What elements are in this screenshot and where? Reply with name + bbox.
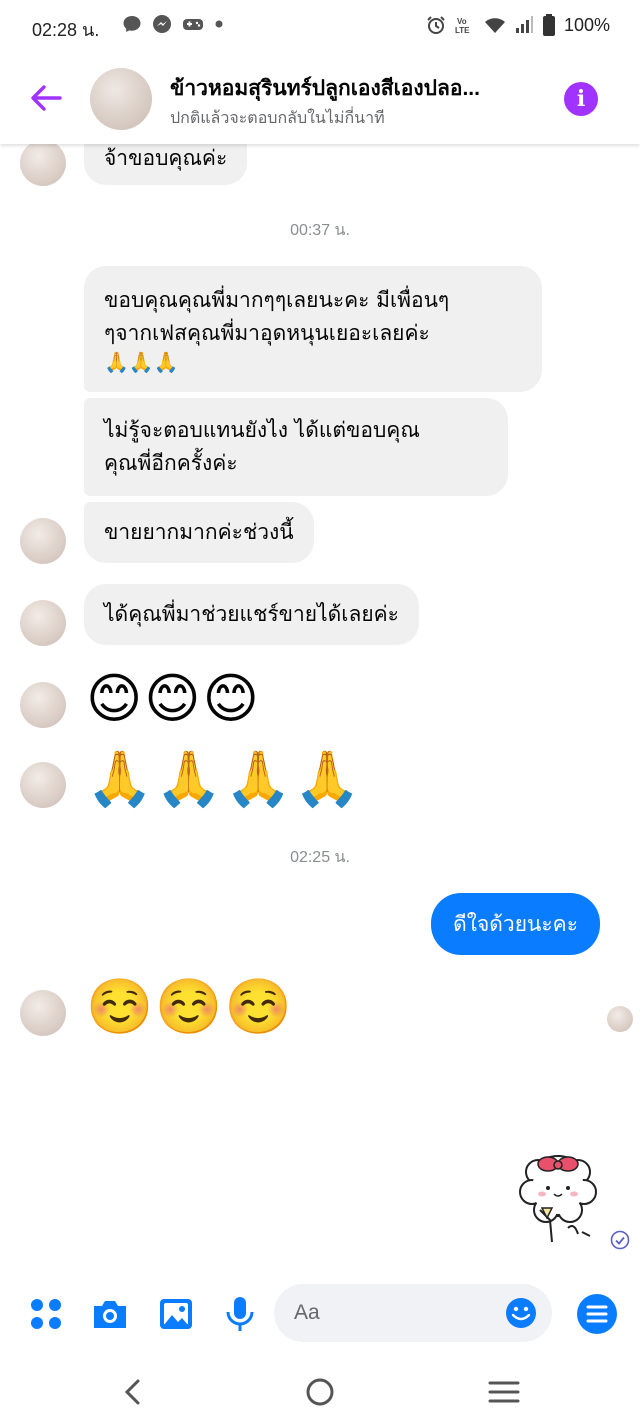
chat-bubble-icon	[123, 16, 141, 32]
notification-icons	[122, 14, 224, 34]
conversation-header: ข้าวหอมสุรินทร์ปลูกเองสีเองปลอ... ปกติแล…	[0, 54, 640, 144]
composer-bar: Aa	[0, 1270, 640, 1360]
sticker-message[interactable]	[510, 1140, 606, 1250]
message-line: ไม่รู้จะตอบแทนยังไง ได้แต่ขอบคุณ	[104, 418, 420, 442]
emoji-message[interactable]: 🙏🙏🙏🙏	[86, 748, 363, 810]
microphone-icon[interactable]	[218, 1292, 262, 1336]
message-input[interactable]: Aa	[274, 1284, 552, 1342]
sender-avatar[interactable]	[20, 990, 66, 1036]
apps-grid-icon[interactable]	[24, 1292, 68, 1336]
delivered-check-icon	[610, 1230, 630, 1250]
emoji-icon[interactable]	[504, 1296, 538, 1330]
status-bar: 02:28 น. Vo LTE 100%	[0, 0, 640, 54]
emoji-message[interactable]: 😊😊😊	[86, 668, 261, 730]
contact-avatar[interactable]	[90, 68, 152, 130]
arrow-left-icon[interactable]	[26, 78, 66, 118]
emoji-message[interactable]: ☺️☺️☺️	[86, 976, 294, 1038]
battery-icon	[542, 14, 555, 36]
menu-icon[interactable]	[575, 1292, 619, 1336]
outgoing-message-bubble[interactable]: ดีใจด้วยนะคะ	[431, 893, 600, 955]
message-line: 🙏🙏🙏	[104, 350, 179, 374]
svg-text:LTE: LTE	[455, 26, 470, 35]
alarm-icon	[427, 16, 445, 34]
wifi-icon	[484, 18, 505, 33]
message-bubble[interactable]: ไม่รู้จะตอบแทนยังไง ได้แต่ขอบคุณ คุณพี่อ…	[84, 398, 508, 496]
game-icon	[183, 19, 203, 30]
system-nav-bar	[0, 1360, 640, 1424]
system-status: Vo LTE 100%	[426, 14, 610, 36]
home-circle-icon[interactable]	[302, 1374, 338, 1410]
message-bubble[interactable]: ขายยากมากค่ะช่วงนี้	[84, 502, 314, 563]
battery-percent: 100%	[563, 14, 610, 35]
dot-icon	[215, 20, 223, 28]
message-line: คุณพี่อีกครั้งค่ะ	[104, 451, 238, 475]
signal-icon	[515, 16, 533, 33]
volte-icon: VoLTE	[455, 17, 470, 35]
gallery-icon[interactable]	[154, 1292, 198, 1336]
info-icon[interactable]: i	[564, 82, 598, 116]
status-time: 02:28 น.	[32, 20, 100, 40]
sender-avatar[interactable]	[20, 518, 66, 564]
message-bubble[interactable]: ได้คุณพี่มาช่วยแชร์ขายได้เลยค่ะ	[84, 584, 419, 645]
back-chevron-icon[interactable]	[116, 1374, 152, 1410]
contact-status: ปกติแล้วจะตอบกลับในไม่กี่นาที	[170, 110, 385, 127]
message-bubble[interactable]: ขอบคุณคุณพี่มากๆๆเลยนะคะ มีเพื่อนๆ ๆจากเ…	[84, 266, 542, 392]
camera-icon[interactable]	[88, 1292, 132, 1336]
timestamp: 00:37 น.	[290, 222, 350, 239]
contact-name[interactable]: ข้าวหอมสุรินทร์ปลูกเองสีเองปลอ...	[170, 72, 550, 105]
message-line: ขอบคุณคุณพี่มากๆๆเลยนะคะ มีเพื่อนๆ	[104, 288, 450, 312]
message-input-placeholder: Aa	[294, 1301, 320, 1324]
timestamp: 02:25 น.	[290, 849, 350, 866]
sender-avatar[interactable]	[20, 140, 66, 186]
message-line: ๆจากเฟสคุณพี่มาอุดหนุนเยอะเลยค่ะ	[104, 321, 430, 345]
sender-avatar[interactable]	[20, 762, 66, 808]
sender-avatar[interactable]	[20, 600, 66, 646]
sender-avatar[interactable]	[20, 682, 66, 728]
seen-receipt-avatar	[607, 1006, 633, 1032]
svg-text:Vo: Vo	[457, 17, 467, 26]
recents-icon[interactable]	[486, 1374, 522, 1410]
messenger-icon	[153, 15, 171, 33]
